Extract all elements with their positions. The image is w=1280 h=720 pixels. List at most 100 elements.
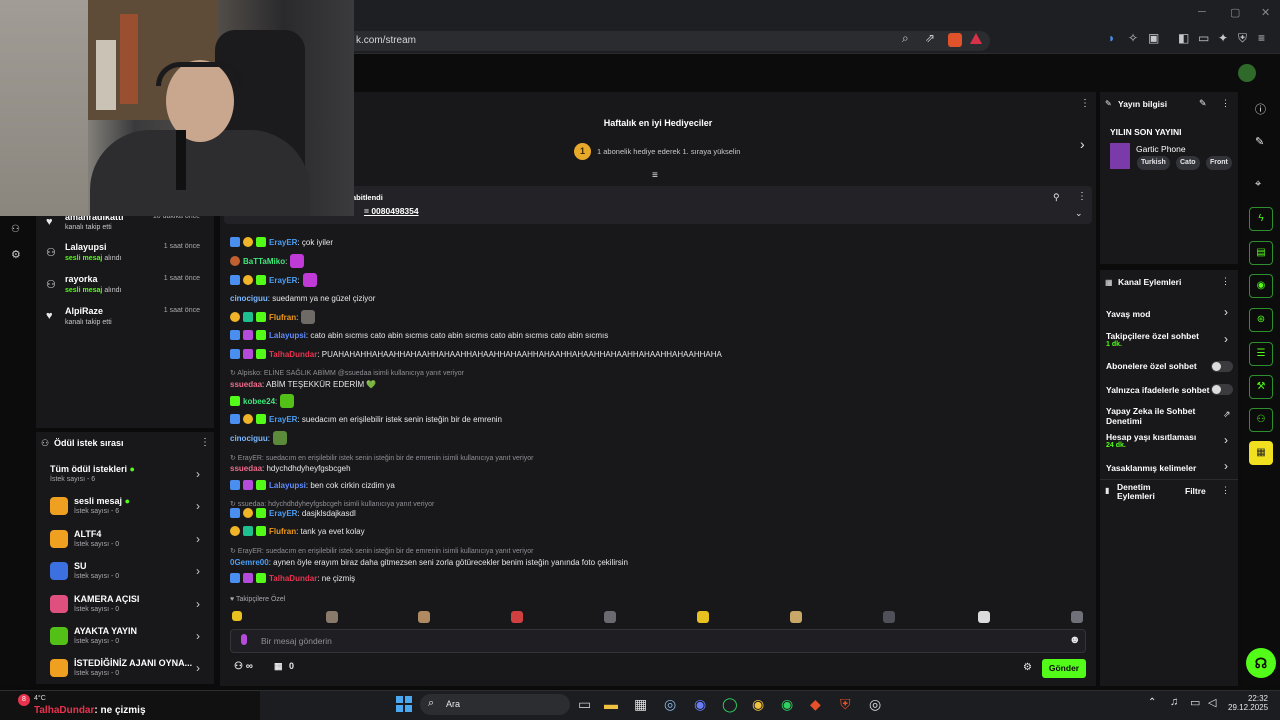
broadcast-icon[interactable]: ⊛ [1249, 308, 1273, 332]
chat-username[interactable]: ssuedaa [230, 464, 262, 473]
chat-username[interactable]: ErayER [269, 276, 297, 285]
spotify-icon[interactable]: ◉ [781, 696, 793, 713]
chat-username[interactable]: cinociguu [230, 294, 268, 303]
gift-icon[interactable]: ▦ [1249, 441, 1273, 465]
emote-icon[interactable] [511, 611, 523, 623]
emote-icon[interactable] [1071, 611, 1083, 623]
slow-mode-action[interactable]: Yavaş mod [1106, 309, 1234, 319]
chevron-right-icon[interactable]: › [1224, 433, 1228, 447]
tag[interactable]: Turkish [1137, 156, 1170, 170]
discord-icon[interactable]: ◉ [694, 696, 706, 713]
store-icon[interactable]: ▦ [634, 696, 647, 713]
request-item[interactable]: AYAKTA YAYIN İstek sayısı - 0 › [36, 622, 214, 654]
note-icon[interactable]: ▤ [1249, 241, 1273, 265]
chevron-right-icon[interactable]: › [1224, 459, 1228, 473]
tag[interactable]: Cato [1176, 156, 1200, 170]
wallet-icon[interactable]: ▭ [1198, 31, 1209, 45]
game-cover[interactable] [1110, 143, 1130, 169]
chat-username[interactable]: 0Gemre00 [230, 558, 269, 567]
chevron-right-icon[interactable]: › [1224, 332, 1228, 346]
chat-username[interactable]: Lalayupsi [269, 481, 306, 490]
layers-icon[interactable]: ☰ [1249, 342, 1273, 366]
chat-username[interactable]: kobee24 [243, 397, 275, 406]
emoji-icon[interactable]: ☻ [1069, 634, 1081, 646]
settings-icon[interactable]: ⚙ [11, 248, 21, 261]
network-icon[interactable]: ▭ [1190, 696, 1200, 709]
users-icon[interactable]: ⚇ [11, 224, 20, 235]
minimize-icon[interactable]: ─ [1198, 6, 1206, 18]
subscribers-only-toggle[interactable] [1211, 361, 1233, 372]
request-item[interactable]: SU İstek sayısı - 0 › [36, 557, 214, 589]
chat-bubble-icon[interactable]: ◉ [1249, 274, 1273, 298]
lightning-icon[interactable]: ϟ [1249, 207, 1273, 231]
ai-moderation-action[interactable]: Yapay Zeka ile Sohbet Denetimi [1106, 406, 1216, 426]
chat-username[interactable]: Lalayupsi [269, 331, 306, 340]
url-input[interactable]: k.com/stream [340, 31, 990, 51]
rewards-icon[interactable] [970, 33, 982, 44]
send-button[interactable]: Gönder [1042, 659, 1086, 678]
account-age-action[interactable]: Hesap yaşı kısıtlaması [1106, 432, 1234, 442]
obs-icon[interactable]: ◎ [869, 696, 881, 713]
collapse-icon[interactable]: ≡ [652, 170, 658, 181]
menu-icon[interactable]: ≡ [1258, 31, 1265, 45]
windows-start-icon[interactable] [396, 696, 412, 712]
close-icon[interactable]: ✕ [1261, 6, 1270, 19]
emote-icon[interactable] [883, 611, 895, 623]
more-icon[interactable]: ⋮ [1221, 98, 1230, 109]
microphone-icon[interactable] [241, 634, 247, 645]
gift-icon[interactable]: ▦ 0 [274, 661, 294, 672]
emotes-only-toggle[interactable] [1211, 384, 1233, 395]
chat-username[interactable]: BaTTaMiko [243, 257, 285, 266]
extensions-icon[interactable]: ✧ [1128, 31, 1138, 45]
steam-icon[interactable]: ◎ [664, 696, 676, 713]
leo-icon[interactable]: ✦ [1218, 31, 1228, 45]
chrome-icon[interactable]: ◉ [752, 696, 764, 713]
tab-icon[interactable]: ▣ [1148, 31, 1159, 45]
app-icon[interactable]: ◆ [810, 696, 821, 713]
filter-button[interactable]: Filtre [1185, 486, 1206, 496]
clock[interactable]: 22:32 29.12.2025 [1228, 694, 1268, 712]
volume-icon[interactable]: ◁ [1208, 696, 1216, 709]
avatar[interactable] [1238, 64, 1256, 82]
more-icon[interactable]: ⋮ [1077, 191, 1087, 202]
emote-icon[interactable] [790, 611, 802, 623]
brave-icon[interactable]: ⛨ [840, 696, 851, 713]
pen-icon[interactable]: ✎ [1255, 135, 1264, 148]
chat-username[interactable]: cinociguu [230, 434, 268, 443]
request-item-all[interactable]: Tüm ödül istekleri ● İstek sayısı - 6 › [36, 460, 214, 492]
chat-username[interactable]: Flufran [269, 313, 296, 322]
brave-shield-icon[interactable] [948, 33, 962, 47]
chat-username[interactable]: TalhaDundar [269, 350, 317, 359]
banned-words-action[interactable]: Yasaklanmış kelimeler [1106, 463, 1234, 473]
game-name[interactable]: Gartic Phone [1136, 144, 1186, 154]
camera-icon[interactable]: ⌖ [1255, 178, 1261, 191]
request-item[interactable]: İSTEDİĞİNİZ AJANI OYNA... İstek sayısı -… [36, 654, 214, 686]
more-icon[interactable]: ⋮ [1080, 98, 1090, 109]
external-link-icon[interactable]: ⇗ [1223, 409, 1231, 420]
request-item[interactable]: KAMERA AÇISI İstek sayısı - 0 › [36, 590, 214, 622]
chat-settings-icon[interactable]: ⚙ [1023, 662, 1032, 673]
share-icon[interactable]: ⇗ [925, 31, 935, 45]
support-icon[interactable]: ☊ [1246, 648, 1276, 678]
emote-icon[interactable] [326, 611, 338, 623]
chat-username[interactable]: Flufran [269, 527, 296, 536]
emote-icon[interactable] [978, 611, 990, 623]
file-explorer-icon[interactable]: ▬ [604, 696, 618, 712]
chevron-right-icon[interactable]: › [1224, 305, 1228, 319]
emote-icon[interactable] [604, 611, 616, 623]
pinned-link[interactable]: = 0080498354 [364, 206, 419, 216]
wrench-icon[interactable]: ⚒ [1249, 375, 1273, 399]
more-icon[interactable]: ⋮ [200, 437, 210, 448]
maximize-icon[interactable]: ▢ [1230, 6, 1240, 19]
edit-icon[interactable]: ✎ [1199, 98, 1207, 109]
points-icon[interactable]: ⚇ ∞ [234, 661, 253, 672]
chevron-right-icon[interactable]: › [1080, 136, 1085, 152]
sidebar-icon[interactable]: ◧ [1178, 31, 1189, 45]
request-item[interactable]: sesli mesaj ● İstek sayısı - 6 › [36, 492, 214, 524]
users-icon[interactable]: ⚇ [1249, 408, 1273, 432]
chat-username[interactable]: ssuedaa [230, 380, 262, 389]
emote-icon[interactable] [418, 611, 430, 623]
chat-username[interactable]: ErayER [269, 509, 297, 518]
vpn-icon[interactable]: ⛨ [1238, 31, 1247, 46]
audio-icon[interactable]: ◗ [1108, 31, 1115, 45]
